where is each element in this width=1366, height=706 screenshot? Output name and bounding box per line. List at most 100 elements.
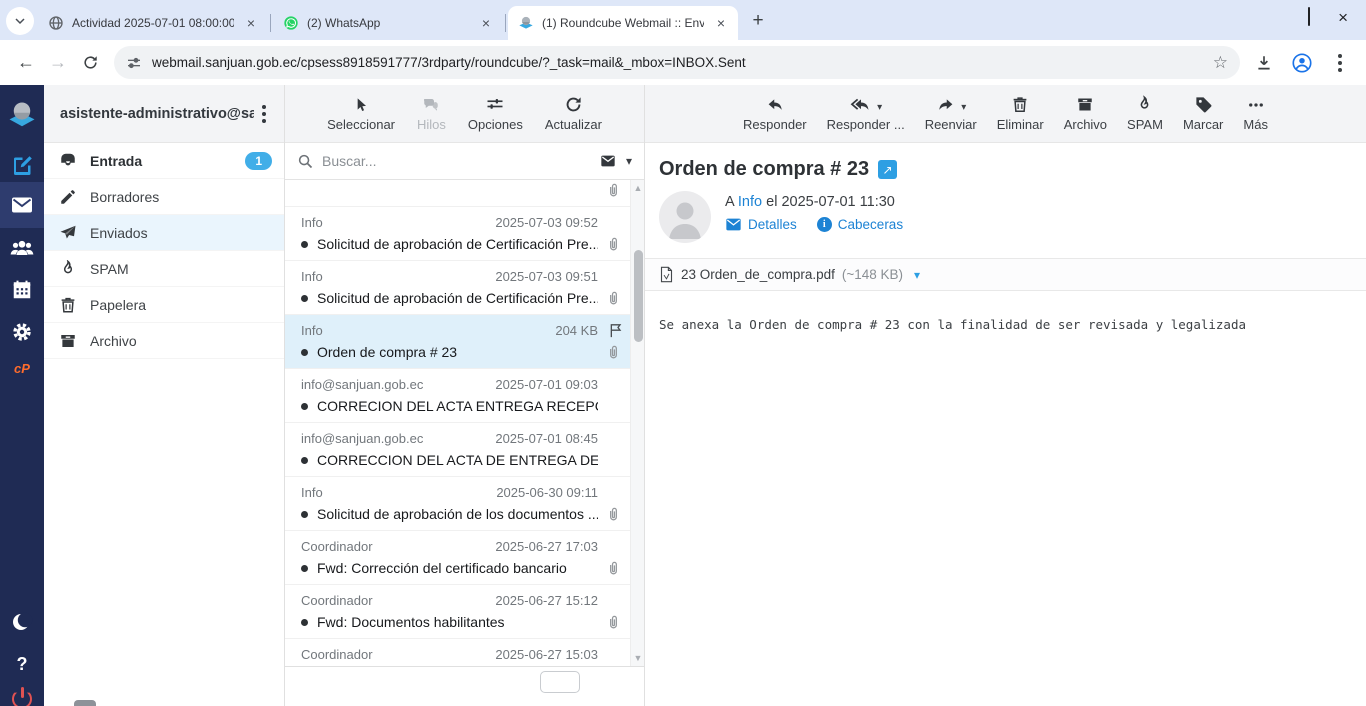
reply-all-caret-icon[interactable]: ▾	[877, 102, 882, 113]
unread-dot	[301, 457, 308, 464]
reload-button[interactable]	[74, 47, 106, 79]
attachment-size: (~148 KB)	[842, 267, 903, 282]
browser-menu-icon[interactable]	[1324, 47, 1356, 79]
contacts-nav-button[interactable]	[0, 227, 44, 269]
attachment-menu-caret-icon[interactable]: ▾	[914, 268, 920, 282]
restore-icon[interactable]	[1308, 8, 1310, 26]
mark-button[interactable]: Marcar	[1183, 94, 1223, 132]
window-controls: ×	[1262, 0, 1366, 34]
scroll-down-icon[interactable]: ▼	[633, 653, 643, 663]
folder-papelera[interactable]: Papelera	[44, 287, 284, 323]
message-row[interactable]: info@sanjuan.gob.ec2025-07-01 08:45 CORR…	[285, 423, 644, 477]
downloads-icon[interactable]	[1248, 47, 1280, 79]
msg-subject: CORRECCION DEL ACTA DE ENTREGA DE L...	[317, 449, 598, 472]
message-row[interactable]: Info2025-07-03 09:51 Solicitud de aproba…	[285, 261, 644, 315]
folder-archivo[interactable]: Archivo	[44, 323, 284, 359]
spam-button[interactable]: SPAM	[1127, 94, 1163, 132]
logout-button[interactable]	[0, 678, 44, 706]
search-input[interactable]	[322, 153, 590, 169]
attachment-icon	[605, 290, 622, 307]
message-row[interactable]: Info2025-07-03 09:52 Solicitud de aproba…	[285, 207, 644, 261]
message-row[interactable]: Coordinador2025-06-27 15:12 Fwd: Documen…	[285, 585, 644, 639]
threads-button[interactable]: Hilos	[417, 94, 446, 132]
message-subject: Orden de compra # 23	[659, 158, 869, 181]
scroll-up-icon[interactable]: ▲	[633, 183, 643, 193]
folder-borradores[interactable]: Borradores	[44, 179, 284, 215]
tab-whatsapp[interactable]: (2) WhatsApp ×	[273, 6, 503, 40]
close-icon[interactable]: ×	[1338, 9, 1348, 26]
tab-close-icon[interactable]: ×	[712, 14, 730, 32]
details-label: Detalles	[748, 217, 797, 232]
flame-icon	[1136, 95, 1153, 114]
tab-search-button[interactable]	[6, 7, 34, 35]
forward-button[interactable]: →	[42, 47, 74, 79]
list-scrollbar[interactable]: ▲ ▼	[630, 180, 644, 666]
reply-all-button[interactable]: ▾ Responder ...	[827, 94, 905, 132]
msg-subject: Fwd: Corrección del certificado bancario	[317, 557, 567, 580]
reply-button[interactable]: Responder	[743, 94, 807, 132]
options-button[interactable]: Opciones	[468, 94, 523, 132]
profile-avatar-icon[interactable]	[1286, 47, 1318, 79]
folder-enviados[interactable]: Enviados	[44, 215, 284, 251]
message-row[interactable]: info@sanjuan.gob.ec2025-07-01 09:03 CORR…	[285, 369, 644, 423]
msg-date: 2025-06-30 09:11	[496, 482, 598, 503]
message-row[interactable]: Coordinador2025-06-27 15:03 Fwd: ENTREGA…	[285, 639, 644, 666]
attachment-bar[interactable]: 23 Orden_de_compra.pdf (~148 KB) ▾	[645, 258, 1366, 291]
select-button[interactable]: Seleccionar	[327, 94, 395, 132]
attachment-icon	[605, 506, 622, 523]
forward-caret-icon[interactable]: ▾	[961, 102, 966, 113]
search-scope-mail-icon[interactable]	[598, 153, 618, 169]
more-button[interactable]: Más	[1243, 94, 1268, 132]
open-in-new-window-icon[interactable]: ↗	[878, 160, 897, 179]
archive-button[interactable]: Archivo	[1064, 94, 1107, 132]
forward-button[interactable]: ▾ Reenviar	[925, 94, 977, 132]
message-row-selected[interactable]: Info204 KB Orden de compra # 23	[285, 315, 644, 369]
unread-dot	[301, 295, 308, 302]
new-tab-button[interactable]: +	[744, 7, 772, 35]
scrollbar-thumb[interactable]	[634, 250, 643, 342]
msg-subject: Solicitud de aprobación de Certificación…	[317, 233, 598, 256]
site-settings-icon[interactable]	[126, 55, 142, 71]
msg-sender: Coordinador	[301, 536, 373, 557]
gear-icon	[10, 320, 34, 344]
details-link[interactable]: Detalles	[725, 217, 797, 232]
tab-close-icon[interactable]: ×	[242, 14, 260, 32]
headers-link[interactable]: i Cabeceras	[817, 217, 903, 232]
tab-actividad[interactable]: Actividad 2025-07-01 08:00:00 ×	[38, 6, 268, 40]
page-number-input[interactable]	[540, 671, 580, 693]
compose-button[interactable]	[0, 145, 44, 187]
msg-date: 2025-07-03 09:51	[495, 266, 598, 287]
reply-all-label: Responder ...	[827, 117, 905, 132]
unread-dot	[301, 241, 308, 248]
browser-toolbar: ← → webmail.sanjuan.gob.ec/cpsess8918591…	[0, 40, 1366, 85]
attachment-name[interactable]: 23 Orden_de_compra.pdf	[681, 267, 835, 282]
search-options-caret-icon[interactable]: ▾	[626, 154, 632, 168]
tab-roundcube-active[interactable]: (1) Roundcube Webmail :: Envia ×	[508, 6, 738, 40]
recipient-link[interactable]: Info	[738, 194, 762, 210]
bookmark-star-icon[interactable]: ☆	[1213, 53, 1228, 73]
cursor-icon	[353, 96, 369, 114]
cpanel-link[interactable]: cP	[0, 347, 44, 389]
folder-entrada[interactable]: Entrada 1	[44, 143, 284, 179]
flag-icon[interactable]	[608, 322, 624, 339]
send-icon	[59, 223, 77, 242]
message-row[interactable]: Solicitud de aprobación de Certificación…	[285, 180, 644, 207]
more-dots-icon	[1245, 96, 1267, 114]
message-row[interactable]: Coordinador2025-06-27 17:03 Fwd: Correcc…	[285, 531, 644, 585]
back-button[interactable]: ←	[10, 47, 42, 79]
refresh-button[interactable]: Actualizar	[545, 94, 602, 132]
folder-spam[interactable]: SPAM	[44, 251, 284, 287]
delete-button[interactable]: Eliminar	[997, 94, 1044, 132]
message-row[interactable]: Info2025-06-30 09:11 Solicitud de aproba…	[285, 477, 644, 531]
message-view-panel: Responder ▾ Responder ... ▾ Reenviar Eli…	[645, 85, 1366, 706]
account-menu-icon[interactable]	[254, 105, 274, 123]
app-rail: cP ?	[0, 85, 44, 706]
tab-close-icon[interactable]: ×	[477, 14, 495, 32]
unread-dot	[301, 565, 308, 572]
calendar-nav-button[interactable]	[0, 269, 44, 311]
more-label: Más	[1243, 117, 1268, 132]
mail-nav-button[interactable]	[0, 182, 44, 228]
dark-mode-toggle[interactable]	[0, 601, 44, 643]
address-bar[interactable]: webmail.sanjuan.gob.ec/cpsess8918591777/…	[114, 46, 1240, 79]
envelope-icon	[725, 218, 742, 231]
